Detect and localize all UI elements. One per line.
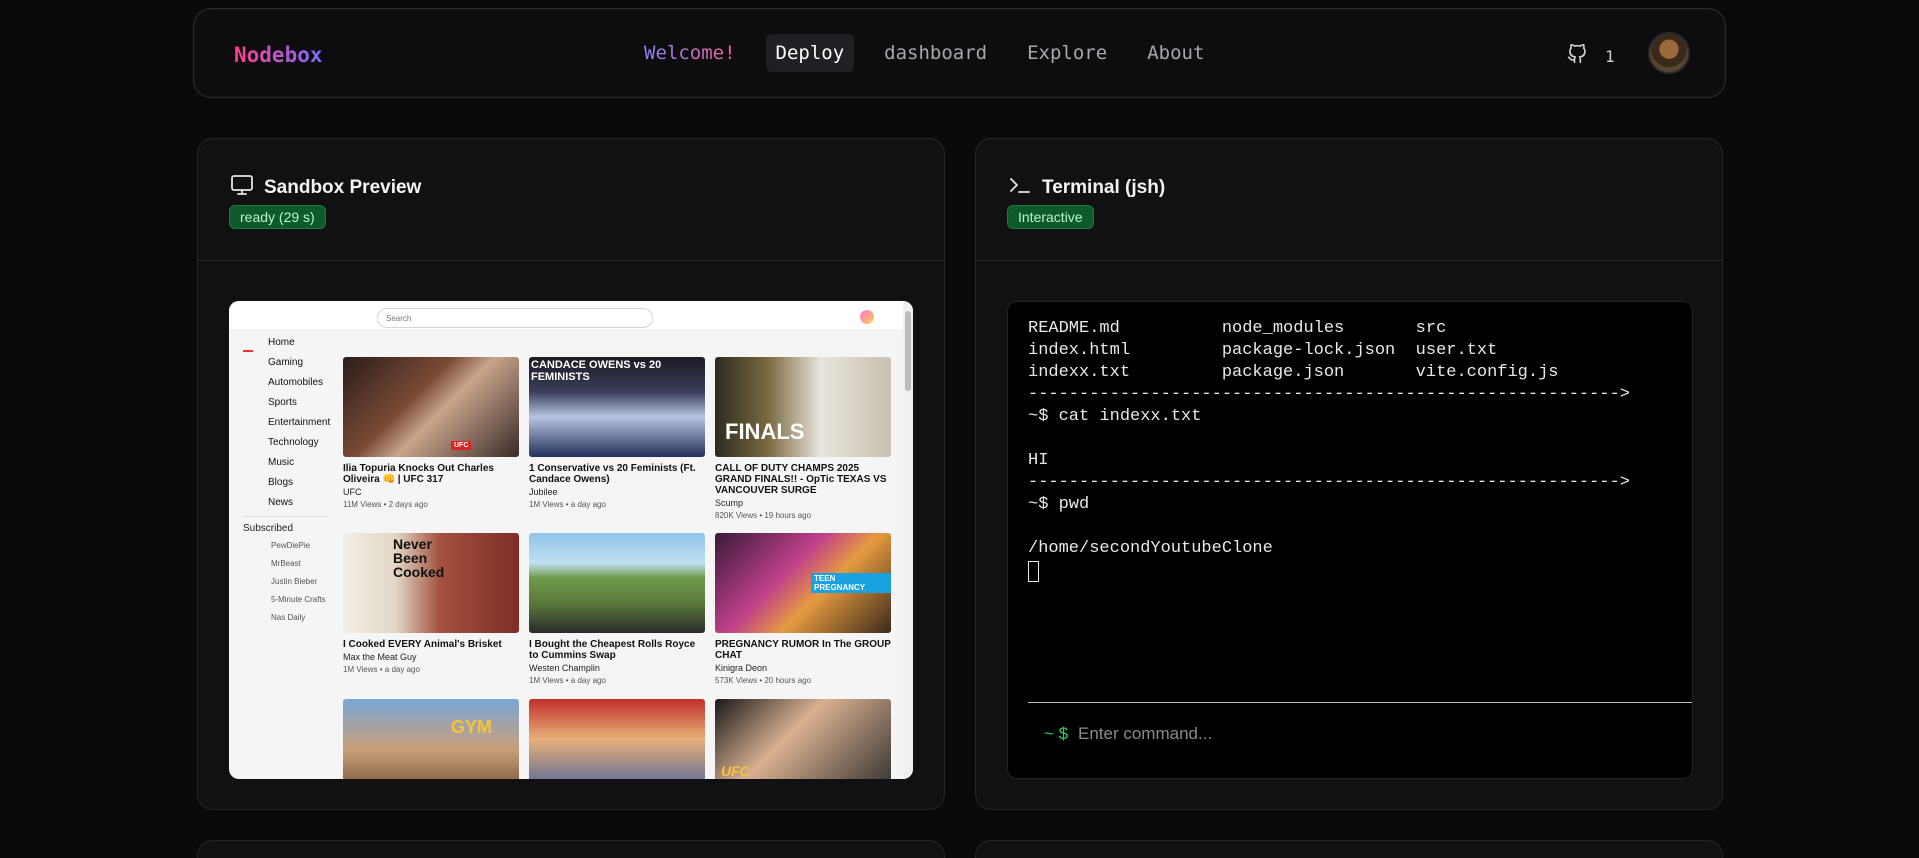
video-card[interactable]: CANDACE OWENS vs 20 FEMINISTS 1 Conserva… (529, 357, 705, 509)
video-channel[interactable]: Kinigra Deon (715, 663, 891, 673)
video-channel[interactable]: Scump (715, 498, 891, 508)
terminal-window[interactable]: README.md node_modules src index.html pac… (1007, 301, 1693, 779)
video-meta: 11M Views • 2 days ago (343, 500, 428, 509)
video-thumbnail[interactable]: Never Been Cooked (343, 533, 519, 633)
video-card[interactable]: UFC (715, 699, 891, 779)
terminal-icon (1008, 173, 1032, 203)
subscribed-heading: Subscribed (243, 523, 294, 534)
site-profile-icon[interactable] (860, 310, 874, 324)
terminal-input-divider (1028, 702, 1692, 703)
video-meta: 1M Views • a day ago (529, 500, 606, 509)
video-channel[interactable]: UFC (343, 487, 519, 497)
top-navbar: Nodebox Welcome! Deploy dashboard Explor… (193, 8, 1726, 98)
terminal-command-input[interactable] (1078, 720, 1638, 748)
video-channel[interactable]: Jubilee (529, 487, 705, 497)
video-thumbnail[interactable]: GYM (343, 699, 519, 779)
iframe-scrollbar-thumb[interactable] (905, 311, 911, 391)
sandbox-preview-panel: Sandbox Preview ready (29 s) Search Home… (197, 138, 945, 810)
video-card[interactable]: TEEN PREGNANCY PREGNANCY RUMOR In The GR… (715, 533, 891, 685)
terminal-cursor (1028, 561, 1039, 582)
brand-logo[interactable]: Nodebox (234, 43, 323, 67)
site-nav-news[interactable]: News (268, 497, 293, 508)
video-channel[interactable]: Westen Champlin (529, 663, 705, 673)
user-avatar[interactable] (1648, 32, 1690, 74)
subscribed-channel[interactable]: PewDiePie (271, 541, 310, 550)
nav-link-deploy[interactable]: Deploy (765, 34, 855, 72)
video-title[interactable]: Ilia Topuria Knocks Out Charles Oliveira… (343, 463, 519, 485)
preview-panel-header: Sandbox Preview ready (29 s) (198, 139, 944, 261)
terminal-line: ----------------------------------------… (1028, 385, 1630, 404)
terminal-line: README.md node_modules src (1028, 319, 1447, 338)
video-title[interactable]: 1 Conservative vs 20 Feminists (Ft. Cand… (529, 463, 705, 485)
video-meta: 820K Views • 19 hours ago (715, 511, 812, 520)
nav-link-about[interactable]: About (1137, 34, 1214, 72)
github-icon (1567, 43, 1587, 68)
video-thumbnail[interactable]: UFC (715, 699, 891, 779)
video-title[interactable]: I Cooked EVERY Animal's Brisket (343, 639, 519, 650)
site-header: Search (229, 301, 913, 331)
site-nav-music[interactable]: Music (268, 457, 294, 468)
github-star-count: 1 (1605, 46, 1615, 66)
video-title[interactable]: I Bought the Cheapest Rolls Royce to Cum… (529, 639, 705, 661)
home-indicator-icon (243, 350, 253, 352)
terminal-panel: Terminal (jsh) Interactive README.md nod… (975, 138, 1723, 810)
sidebar-divider (243, 516, 329, 517)
video-thumbnail[interactable]: TEEN PREGNANCY (715, 533, 891, 633)
video-meta: 1M Views • a day ago (343, 665, 420, 674)
nav-links: Welcome! Deploy dashboard Explore About (634, 34, 1234, 72)
video-title[interactable]: PREGNANCY RUMOR In The GROUP CHAT (715, 639, 891, 661)
terminal-line: ----------------------------------------… (1028, 473, 1630, 492)
nav-link-dashboard[interactable]: dashboard (874, 34, 997, 72)
video-meta: 573K Views • 20 hours ago (715, 676, 812, 685)
subscribed-channel[interactable]: Justin Bieber (271, 577, 317, 586)
video-card[interactable]: UFC Ilia Topuria Knocks Out Charles Oliv… (343, 357, 519, 509)
nav-link-welcome[interactable]: Welcome! (634, 34, 746, 72)
monitor-icon (230, 173, 254, 203)
lower-panel-left (197, 840, 945, 858)
video-card[interactable]: I Bought the Cheapest Rolls Royce to Cum… (529, 533, 705, 685)
nav-link-explore[interactable]: Explore (1017, 34, 1117, 72)
terminal-line: indexx.txt package.json vite.config.js (1028, 363, 1559, 382)
site-nav-sports[interactable]: Sports (268, 397, 297, 408)
terminal-line: HI (1028, 451, 1049, 470)
lower-panel-right (975, 840, 1723, 858)
terminal-panel-title: Terminal (jsh) (1042, 177, 1166, 198)
video-channel[interactable]: Max the Meat Guy (343, 652, 519, 662)
sandbox-iframe[interactable]: Search Home Gaming Automobiles Sports En… (229, 301, 913, 779)
video-card[interactable]: FINALS CALL OF DUTY CHAMPS 2025 GRAND FI… (715, 357, 891, 520)
video-meta: 1M Views • a day ago (529, 676, 606, 685)
terminal-line: /home/secondYoutubeClone (1028, 539, 1273, 558)
site-nav-blogs[interactable]: Blogs (268, 477, 293, 488)
site-nav-home[interactable]: Home (268, 337, 295, 348)
video-thumbnail[interactable]: CANDACE OWENS vs 20 FEMINISTS (529, 357, 705, 457)
site-nav-gaming[interactable]: Gaming (268, 357, 303, 368)
video-thumbnail[interactable]: UFC (343, 357, 519, 457)
site-nav-entertainment[interactable]: Entertainment (268, 417, 330, 428)
video-card[interactable]: Never Been Cooked I Cooked EVERY Animal'… (343, 533, 519, 674)
github-link[interactable]: 1 (1567, 43, 1615, 68)
subscribed-channel[interactable]: Nas Daily (271, 613, 305, 622)
status-badge: ready (29 s) (229, 205, 326, 229)
video-thumbnail[interactable] (529, 533, 705, 633)
terminal-line: ~$ pwd (1028, 495, 1090, 514)
site-nav-automobiles[interactable]: Automobiles (268, 377, 323, 388)
site-search-input[interactable]: Search (377, 308, 653, 328)
video-thumbnail[interactable] (529, 699, 705, 779)
subscribed-channel[interactable]: MrBeast (271, 559, 301, 568)
site-nav-technology[interactable]: Technology (268, 437, 319, 448)
video-card[interactable]: GYM (343, 699, 519, 779)
video-thumbnail[interactable]: FINALS (715, 357, 891, 457)
interactive-badge: Interactive (1007, 205, 1094, 229)
terminal-line: ~$ cat indexx.txt (1028, 407, 1202, 426)
subscribed-channel[interactable]: 5-Minute Crafts (271, 595, 326, 604)
preview-panel-title: Sandbox Preview (264, 177, 422, 198)
terminal-panel-header: Terminal (jsh) Interactive (976, 139, 1722, 261)
terminal-prompt: ~ $ (1044, 724, 1069, 743)
terminal-output: README.md node_modules src index.html pac… (1028, 318, 1678, 582)
video-title[interactable]: CALL OF DUTY CHAMPS 2025 GRAND FINALS!! … (715, 463, 891, 496)
video-card[interactable] (529, 699, 705, 779)
terminal-line: index.html package-lock.json user.txt (1028, 341, 1498, 360)
